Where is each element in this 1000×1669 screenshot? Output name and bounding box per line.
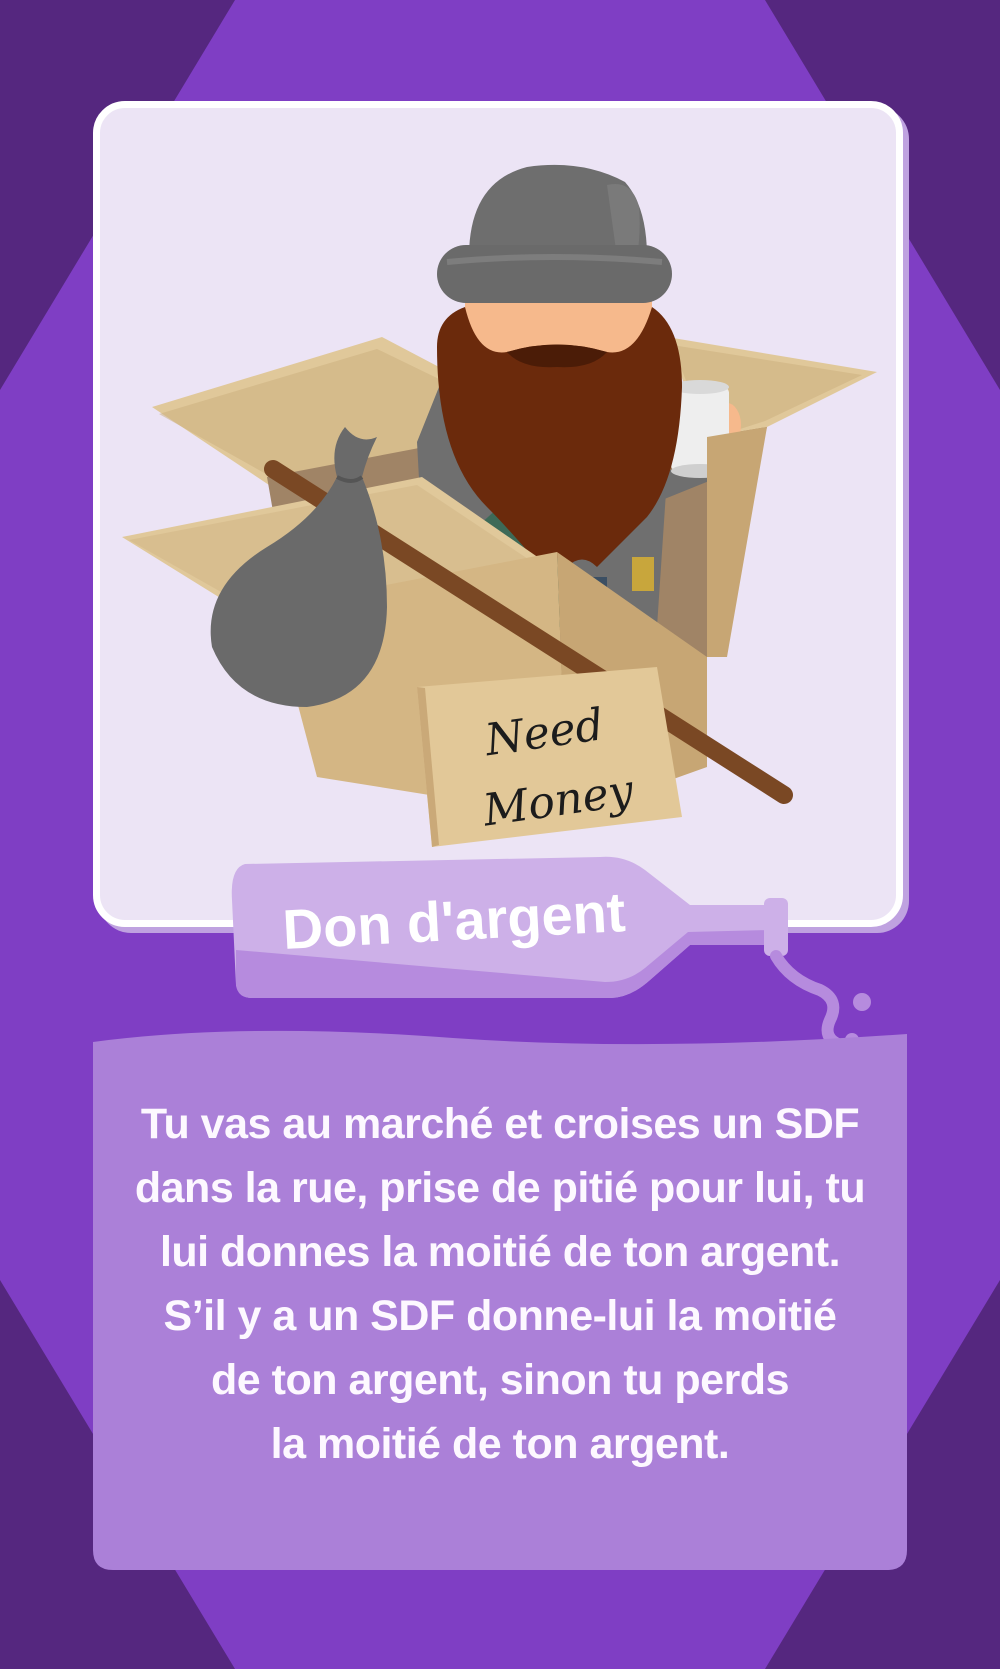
card-description: Tu vas au marché et croises un SDF dans … — [110, 1092, 890, 1476]
description-line: la moitié de ton argent. — [270, 1420, 730, 1468]
description-line: S’il y a un SDF donne-lui la moitié — [163, 1292, 837, 1340]
description-line: de ton argent, sinon tu perds — [211, 1356, 789, 1404]
game-card: Need Money Don d'argent Tu vas au marché… — [0, 0, 1000, 1669]
description-line: Tu vas au marché et croises un SDF — [140, 1100, 860, 1148]
description-line: lui donnes la moitié de ton argent. — [159, 1228, 841, 1276]
description-line: dans la rue, prise de pitié pour lui, tu — [134, 1164, 866, 1212]
title-banner: Don d'argent — [231, 856, 871, 1051]
